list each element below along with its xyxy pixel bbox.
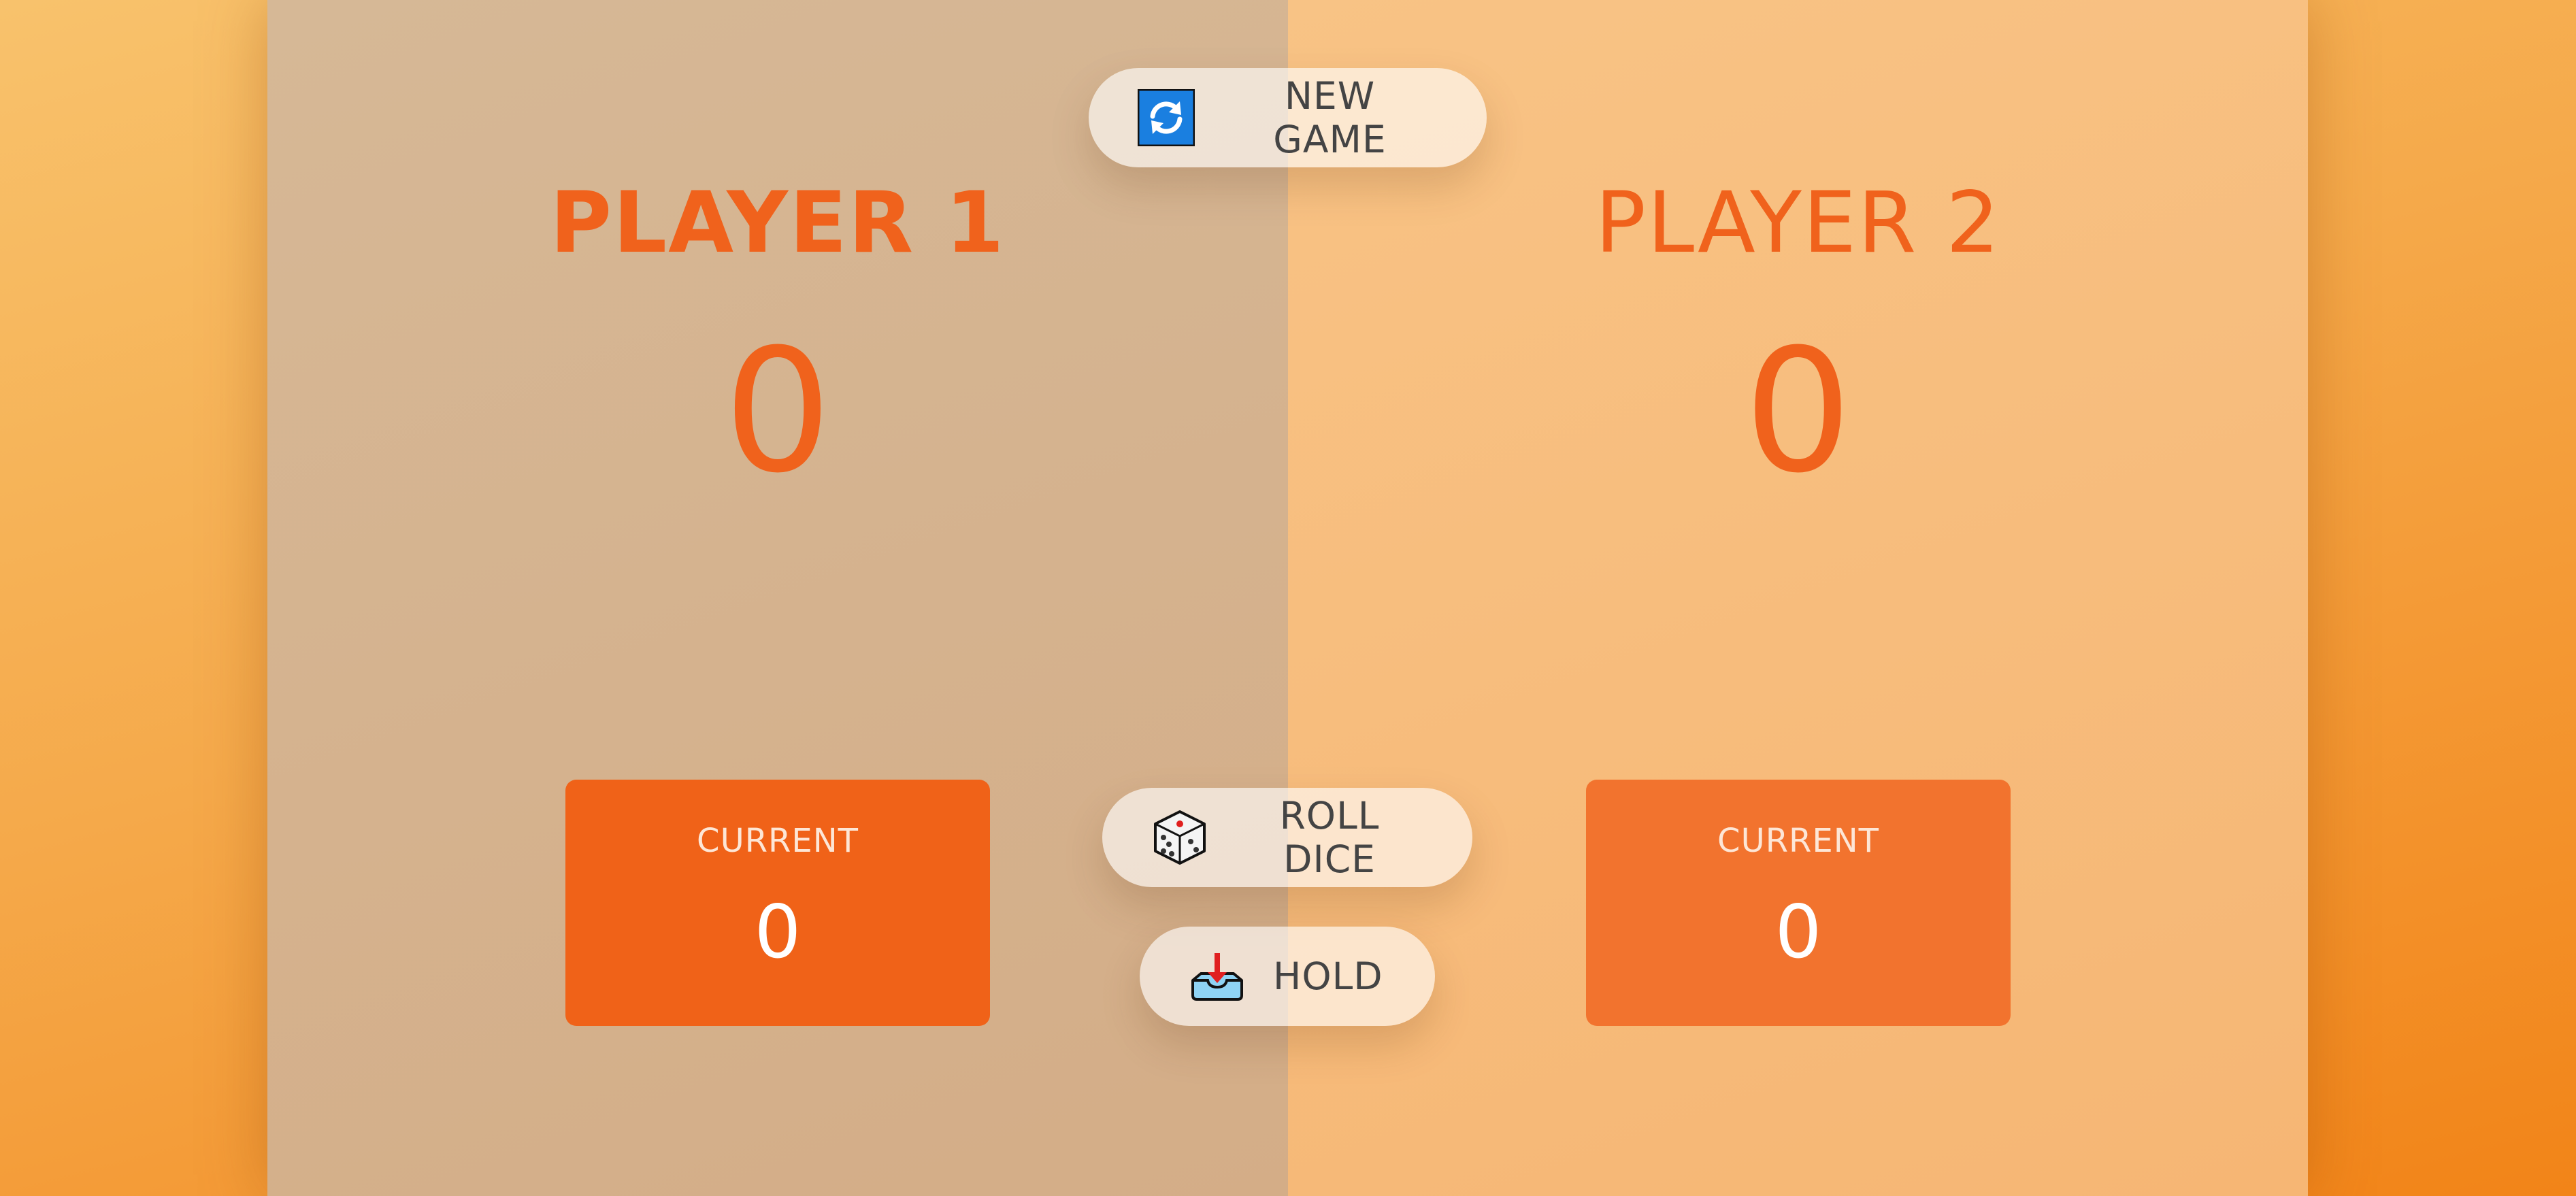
player-1-current-score: 0: [754, 890, 802, 975]
player-2-current-label: CURRENT: [1717, 822, 1879, 860]
player-1-total-score: 0: [723, 312, 832, 510]
roll-dice-button[interactable]: ROLL DICE: [1102, 788, 1472, 887]
player-1-name: PLAYER 1: [550, 174, 1006, 272]
player-1-current-label: CURRENT: [697, 822, 859, 860]
roll-dice-label: ROLL DICE: [1279, 794, 1380, 881]
hold-label: HOLD: [1273, 954, 1383, 998]
player-2-name: PLAYER 2: [1595, 174, 2001, 272]
player-2-current-score: 0: [1774, 890, 1822, 975]
player-2-current-box: CURRENT 0: [1586, 780, 2011, 1026]
player-2-panel: PLAYER 2 0 CURRENT 0: [1288, 0, 2308, 1196]
player-1-panel: PLAYER 1 0 CURRENT 0: [267, 0, 1288, 1196]
refresh-icon: [1137, 88, 1195, 147]
dice-icon: [1151, 809, 1208, 866]
inbox-tray-icon: [1189, 948, 1246, 1005]
new-game-label: NEW GAME: [1273, 74, 1387, 161]
player-2-total-score: 0: [1743, 312, 1853, 510]
player-1-current-box: CURRENT 0: [565, 780, 990, 1026]
hold-button[interactable]: HOLD: [1140, 927, 1435, 1026]
new-game-button[interactable]: NEW GAME: [1089, 68, 1487, 167]
